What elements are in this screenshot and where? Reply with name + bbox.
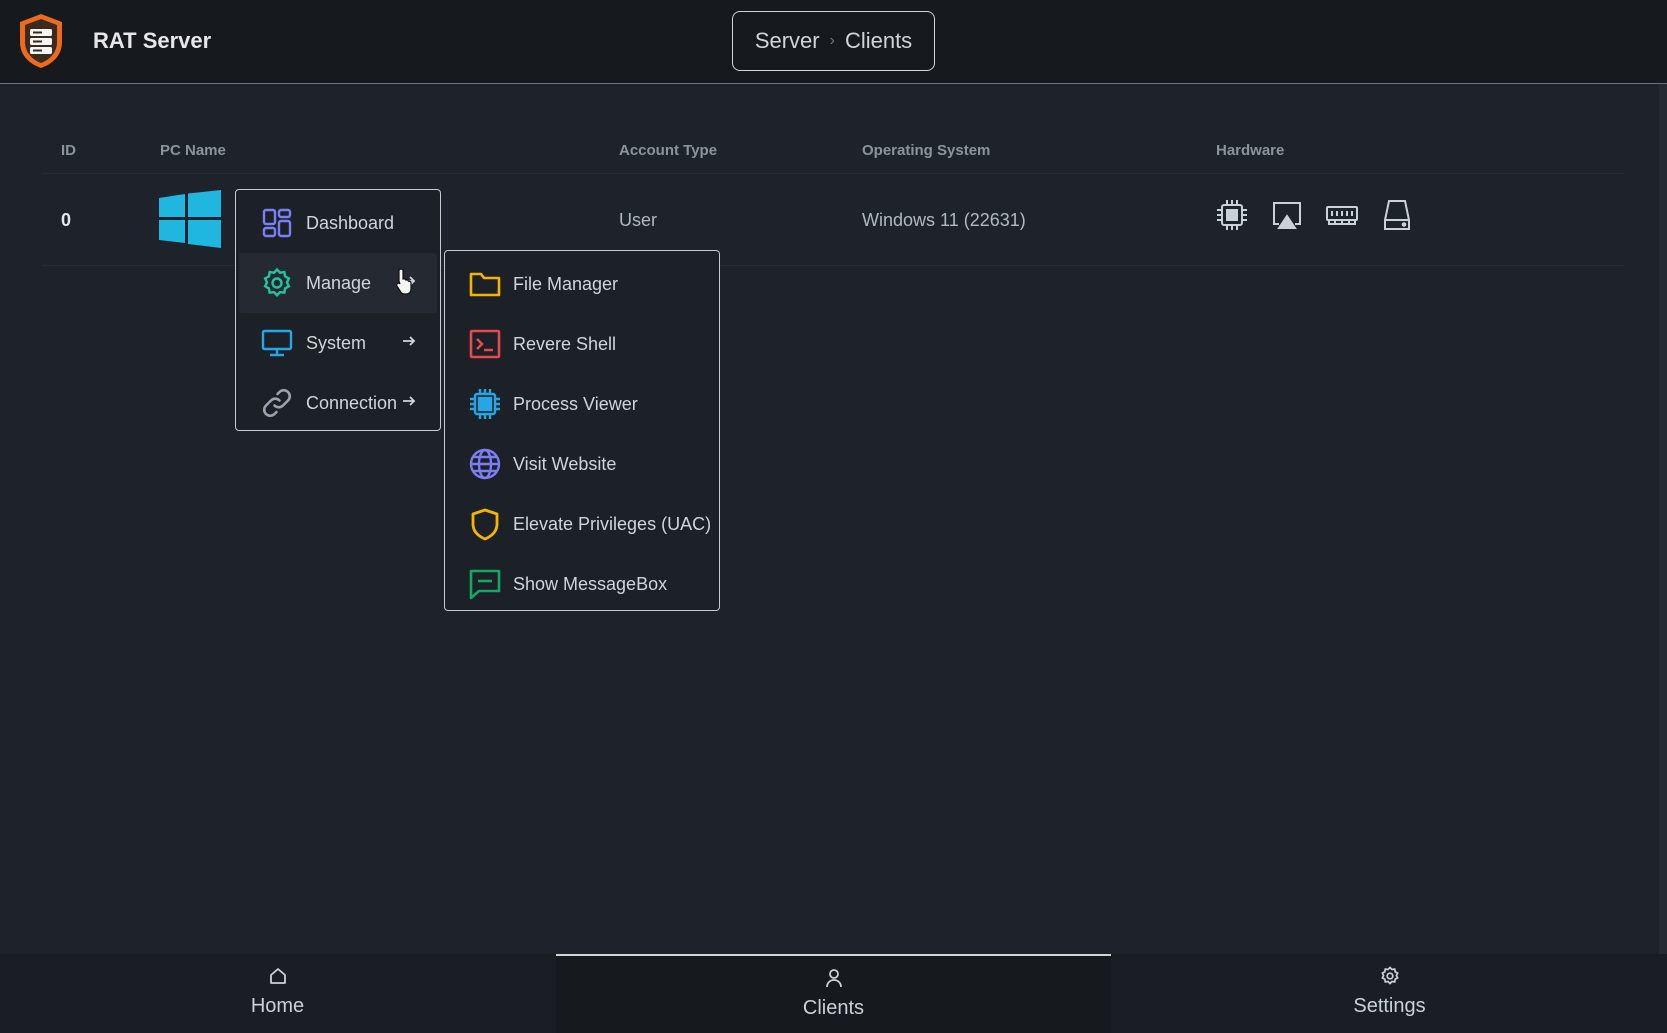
gear-icon [1380,966,1399,985]
submenu-item-label: Elevate Privileges (UAC) [513,513,712,534]
nav-clients[interactable]: Clients [556,954,1111,1033]
menu-item-connection[interactable]: Connection [239,373,437,433]
column-header-operating-system[interactable]: Operating System [862,142,990,159]
scrollbar[interactable] [1659,84,1667,954]
menu-item-label: System [306,332,367,353]
chip-icon [470,389,500,419]
nav-label: Clients [802,997,865,1019]
menu-item-system[interactable]: System [239,313,437,373]
title-bar: RAT Server Server › Clients [0,0,1667,84]
submenu-item-visit-website[interactable]: Visit Website [448,434,716,494]
home-icon [269,968,286,984]
submenu-item-label: Process Viewer [513,393,638,414]
arrow-right-icon [403,396,416,406]
shield-icon [471,508,499,541]
column-header-hardware[interactable]: Hardware [1216,142,1284,159]
breadcrumb: Server › Clients [732,11,935,71]
submenu-item-label: Revere Shell [513,333,617,354]
breadcrumb-separator: › [829,32,835,49]
nav-label: Settings [1353,995,1426,1017]
windows-logo-icon [159,190,221,248]
column-header-account-type[interactable]: Account Type [619,142,717,159]
operating-system: Windows 11 (22631) [862,210,1026,230]
link-icon [263,389,291,417]
disk-icon[interactable] [1380,198,1414,232]
app-window: RAT Server Server › Clients ID PC Name A… [0,0,1667,1033]
breadcrumb-clients[interactable]: Clients [845,28,912,54]
menu-item-dashboard[interactable]: Dashboard [239,193,437,253]
app-logo-icon [20,14,62,68]
folder-icon [469,272,501,297]
column-header-id[interactable]: ID [61,142,76,159]
submenu-item-elevate-privileges[interactable]: Elevate Privileges (UAC) [448,494,716,554]
submenu-item-show-messagebox[interactable]: Show MessageBox [448,554,716,614]
message-icon [469,569,501,600]
menu-item-label: Dashboard [306,212,395,233]
gear-icon [263,267,291,298]
submenu-item-file-manager[interactable]: File Manager [448,254,716,314]
table-header: ID PC Name Account Type Operating System… [42,134,1624,174]
hand-cursor-icon [396,268,412,295]
terminal-icon [469,329,501,359]
bottom-navigation: Home Clients Settings [0,954,1667,1033]
client-id: 0 [61,210,72,230]
dashboard-icon [262,208,292,238]
menu-item-label: Manage [306,272,372,293]
submenu-item-label: File Manager [513,273,619,294]
hardware-icons [1215,198,1414,232]
cpu-icon[interactable] [1215,198,1249,232]
nav-settings[interactable]: Settings [1112,954,1667,1033]
submenu-item-label: Show MessageBox [513,573,668,594]
menu-item-label: Connection [306,392,398,413]
column-header-pc-name[interactable]: PC Name [160,142,226,159]
ram-icon[interactable] [1325,198,1359,232]
menu-item-manage[interactable]: Manage [239,253,437,313]
monitor-icon [261,329,293,357]
manage-submenu: File Manager Revere Shell Process Viewer [444,250,720,611]
submenu-item-label: Visit Website [513,453,617,474]
context-menu: Dashboard Manage System Connection [235,189,441,431]
account-type: User [619,210,658,230]
user-icon [825,969,842,988]
breadcrumb-server[interactable]: Server [755,28,820,54]
display-icon[interactable] [1270,198,1304,232]
app-title: RAT Server [93,28,212,53]
submenu-item-process-viewer[interactable]: Process Viewer [448,374,716,434]
arrow-right-icon [403,336,416,346]
submenu-item-reverse-shell[interactable]: Revere Shell [448,314,716,374]
globe-icon [469,448,501,480]
nav-home[interactable]: Home [0,954,555,1033]
nav-label: Home [250,995,305,1017]
